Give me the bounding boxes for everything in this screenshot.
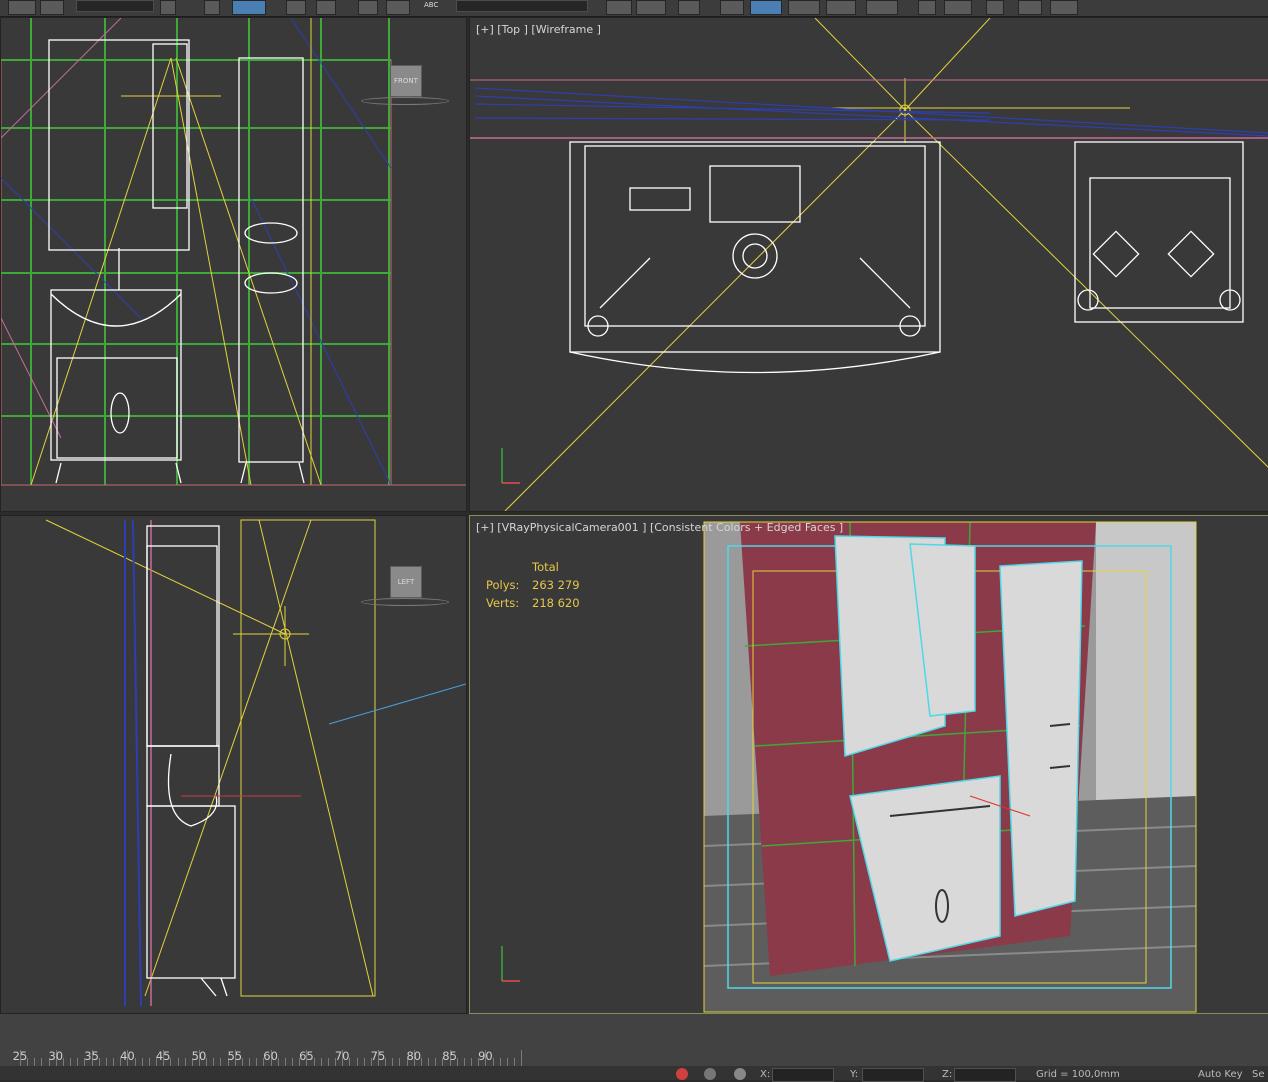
timeline-tick [435, 1058, 437, 1066]
timeline-tick-label: 65 [299, 1049, 314, 1063]
viewport-label-top[interactable]: [+] [Top ] [Wireframe ] [476, 23, 601, 36]
timeline-tick [514, 1058, 516, 1066]
timeline-tick-label: 85 [442, 1049, 457, 1063]
timeline-tick-label: 70 [334, 1049, 350, 1063]
select-move-icon[interactable] [232, 0, 266, 15]
camera-render [501, 521, 1197, 1013]
timeline-tick [428, 1058, 430, 1066]
timeline-tick [463, 1058, 465, 1066]
navcube-left[interactable]: LEFT [390, 566, 422, 598]
timeline-tick-label: 90 [478, 1049, 493, 1063]
scene-statistics: Total Polys: 263 279 Verts: 218 620 [486, 558, 580, 612]
verts-label: Verts: [486, 596, 520, 610]
viewport-top[interactable]: [+] [Top ] [Wireframe ] [469, 17, 1268, 512]
snap-icon[interactable] [286, 0, 306, 15]
dropdown-icon[interactable] [986, 0, 1004, 15]
timeline-tick [77, 1058, 79, 1066]
auto-key-button[interactable]: Auto Key [1198, 1069, 1243, 1080]
schematic-icon[interactable] [788, 0, 820, 15]
set-key-button[interactable]: Se [1252, 1069, 1265, 1080]
sphere-icon[interactable] [40, 0, 64, 15]
polys-label: Polys: [486, 578, 520, 592]
main-toolbar: ABC [0, 0, 1268, 17]
timeline-tick-label: 80 [406, 1049, 422, 1063]
abc-icon[interactable]: ABC [424, 1, 438, 9]
layer-icon[interactable] [678, 0, 700, 15]
timeline-tick-label: 55 [227, 1049, 243, 1063]
grid-size: Grid = 100,0mm [1036, 1069, 1120, 1080]
viewport-left[interactable]: LEFT [0, 515, 467, 1014]
timeline-tick-label: 45 [155, 1049, 171, 1063]
timeline-tick-label: 25 [12, 1049, 28, 1063]
timeline-tick [213, 1058, 215, 1066]
timeline-tick-label: 50 [191, 1049, 207, 1063]
timeline-tick [506, 1058, 508, 1066]
select-icon[interactable] [204, 0, 220, 15]
render-setup-icon[interactable] [866, 0, 898, 15]
stats-header: Total [532, 560, 559, 574]
viewport-front[interactable]: FRONT [0, 17, 467, 512]
timeline-tick [471, 1058, 473, 1066]
verts-value: 218 620 [532, 596, 580, 610]
timeline-tick [363, 1058, 365, 1066]
timeline-tick [41, 1058, 43, 1066]
timeline-tick-label: 40 [120, 1049, 135, 1063]
timeline-tick [320, 1058, 322, 1066]
timeline-tick [256, 1058, 258, 1066]
percent-snap-icon[interactable] [358, 0, 378, 15]
vray-frame-icon[interactable] [1050, 0, 1078, 15]
x-label: X: [760, 1069, 771, 1080]
timeline-tick [521, 1050, 523, 1066]
timeline-tick [399, 1058, 401, 1066]
viewport-label-camera[interactable]: [+] [VRayPhysicalCamera001 ] [Consistent… [476, 521, 843, 534]
dropdown-icon[interactable] [160, 0, 176, 15]
timeline-tick [292, 1058, 294, 1066]
timeline-tick [148, 1058, 150, 1066]
viewport-camera[interactable]: [+] [VRayPhysicalCamera001 ] [Consistent… [469, 515, 1268, 1014]
timeline-tick [220, 1058, 222, 1066]
timeline-track[interactable]: 25 30 35 40 45 50 55 60 65 70 75 80 85 90 [0, 1014, 1268, 1066]
timeline-tick-label: 60 [263, 1049, 278, 1063]
timeline-tick [356, 1058, 358, 1066]
timeline-tick [284, 1058, 286, 1066]
isolate-icon[interactable] [676, 1068, 688, 1080]
timeline-tick [70, 1058, 72, 1066]
timeline-tick [141, 1058, 143, 1066]
timeline-tick-label: 35 [84, 1049, 99, 1063]
timeline-tick [392, 1058, 394, 1066]
polys-value: 263 279 [532, 578, 580, 592]
timeline-tick [184, 1058, 186, 1066]
timeline-tick [177, 1058, 179, 1066]
navcube-front[interactable]: FRONT [390, 65, 422, 97]
spinner-snap-icon[interactable] [386, 0, 410, 15]
z-label: Z: [942, 1069, 953, 1080]
save-icon[interactable] [8, 0, 36, 15]
mirror-icon[interactable] [606, 0, 632, 15]
material-editor-icon[interactable] [826, 0, 856, 15]
render-icon[interactable] [944, 0, 972, 15]
curve-editor-icon[interactable] [750, 0, 782, 15]
timeline-tick [34, 1058, 36, 1066]
ribbon-icon[interactable] [720, 0, 744, 15]
angle-snap-icon[interactable] [316, 0, 336, 15]
render-frame-icon[interactable] [918, 0, 936, 15]
timeline-tick-label: 75 [370, 1049, 386, 1063]
navcube-ring[interactable] [361, 598, 449, 606]
named-selection-field[interactable] [456, 0, 588, 12]
timeline-tick [327, 1058, 329, 1066]
top-wireframe [470, 18, 1268, 511]
align-icon[interactable] [636, 0, 666, 15]
timeline-tick-label: 30 [48, 1049, 64, 1063]
timeline-tick [113, 1058, 115, 1066]
lock-icon[interactable] [704, 1068, 716, 1080]
vray-icon[interactable] [1018, 0, 1042, 15]
transform-mode-icon[interactable] [734, 1068, 746, 1080]
selection-set-field[interactable] [76, 0, 154, 12]
navcube-ring[interactable] [361, 97, 449, 105]
y-label: Y: [850, 1069, 859, 1080]
timeline-tick [499, 1058, 501, 1066]
timeline-tick [249, 1058, 251, 1066]
timeline-tick [105, 1058, 107, 1066]
status-bar: X: Y: Z: Grid = 100,0mm Auto Key Se [0, 1066, 1268, 1082]
